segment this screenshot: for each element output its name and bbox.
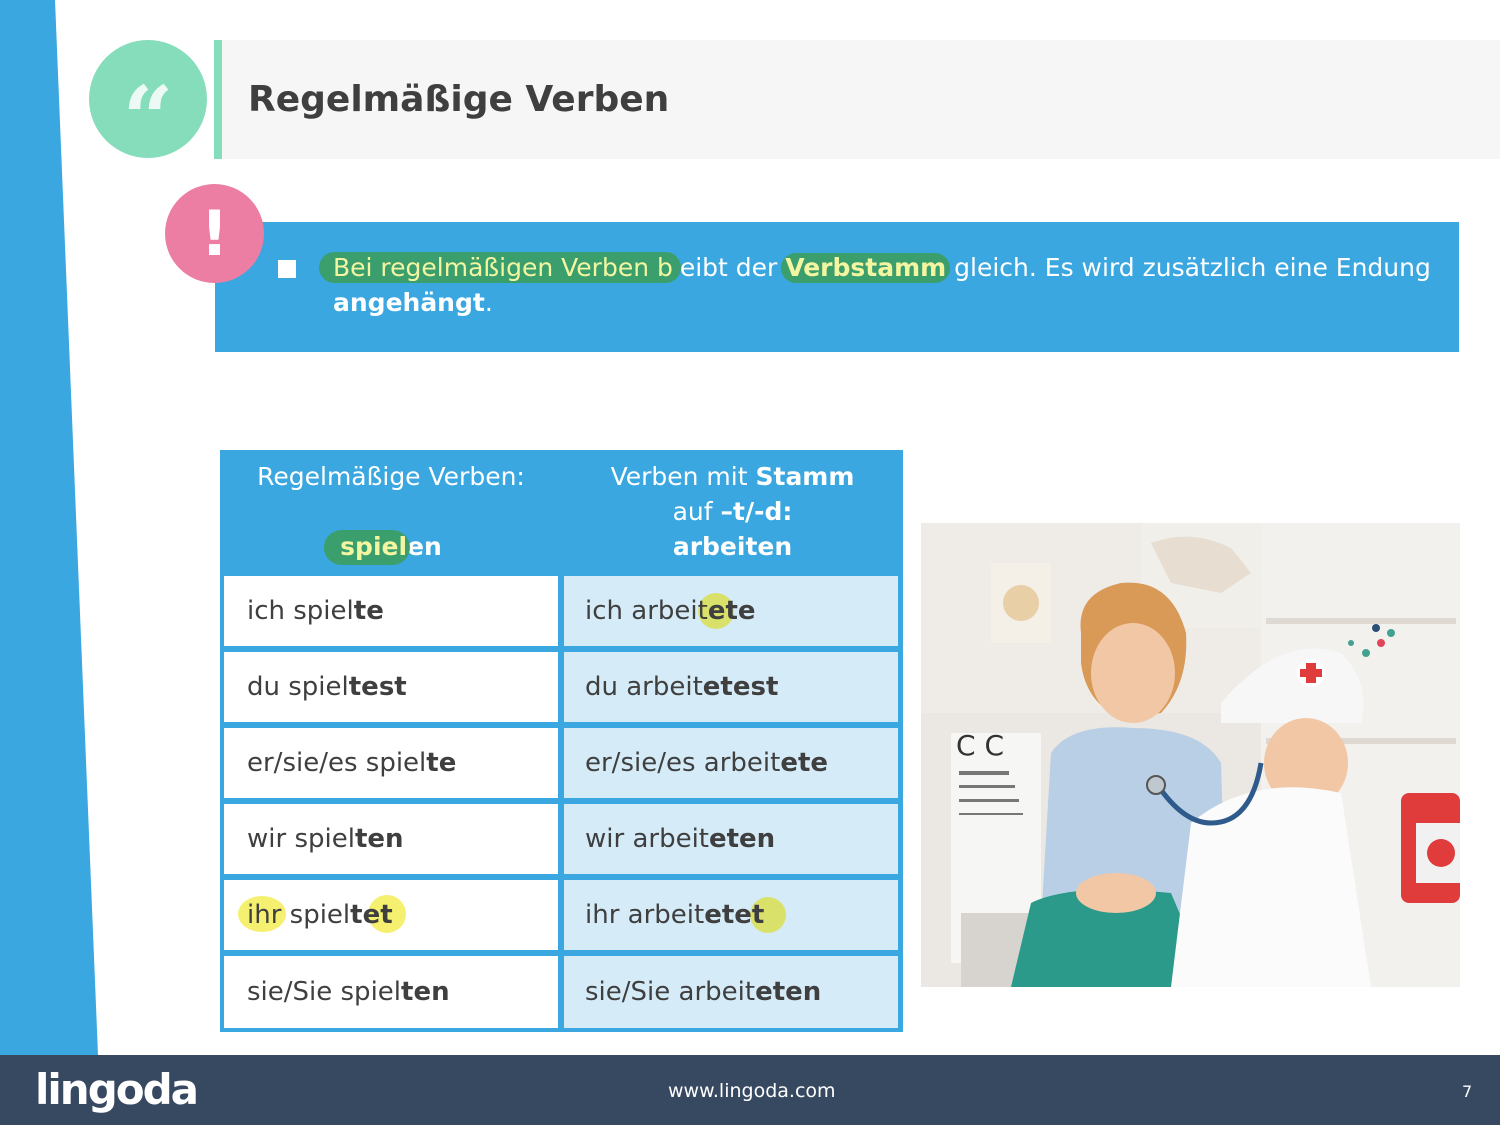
photo-children-playing-doctor: C C — [921, 523, 1460, 987]
header-stem-bold: Stamm — [755, 462, 855, 491]
table-cell-stem-td: ich arbeitete — [564, 576, 898, 646]
exclamation-icon: ! — [165, 184, 264, 283]
cell-stem: ihr arbeit — [585, 900, 705, 930]
table-cell-stem-td: sie/Sie arbeiteten — [564, 956, 898, 1028]
header-stem-auf: auf — [672, 497, 721, 526]
highlight-stem-spiel: spiel — [340, 532, 408, 561]
cell-stem: ich spiel — [247, 596, 354, 626]
table-cell-regular: sie/Sie spielten — [224, 956, 558, 1028]
cell-stem: du arbeit — [585, 672, 703, 702]
svg-text:C C: C C — [956, 729, 1004, 762]
table-header-stem-t-d: Verben mit Stamm auf –t/-d: arbeiten — [562, 450, 903, 572]
table-cell-stem-td: wir arbeiteten — [564, 804, 898, 874]
quote-icon: “ — [89, 40, 207, 162]
header-stem-td: –t/-d: — [720, 497, 793, 526]
info-box: Bei regelmäßigen Verben bleibt der Verbs… — [215, 222, 1459, 352]
info-text-part4: gleich. Es wird zusätzlich eine Endung — [946, 253, 1431, 282]
table-cell-regular: er/sie/es spielte — [224, 728, 558, 798]
table-cell-stem-td: ihr arbeitetet — [564, 880, 898, 950]
side-stripe — [0, 0, 98, 1055]
table-cell-regular: ihr spieltet — [224, 880, 558, 950]
cell-ending: tet — [350, 900, 393, 930]
cell-ending: te — [353, 596, 384, 626]
table-header-regular: Regelmäßige Verben: spielen — [220, 450, 562, 572]
page-title: Regelmäßige Verben — [248, 79, 670, 120]
footer: lingoda www.lingoda.com 7 — [0, 1055, 1500, 1125]
cell-ending: etest — [702, 672, 779, 702]
cell-stem: er/sie/es arbeit — [585, 748, 781, 778]
header-verb-arbeiten: arbeiten — [672, 532, 793, 561]
cell-stem: er/sie/es spiel — [247, 748, 427, 778]
cell-stem: sie/Sie spiel — [247, 977, 402, 1007]
footer-url-link[interactable]: www.lingoda.com — [668, 1080, 836, 1102]
quote-glyph: “ — [122, 66, 174, 170]
cell-stem: ich arbeit — [585, 596, 708, 626]
cell-ending: te — [426, 748, 457, 778]
cell-ending: ete — [707, 596, 756, 626]
cell-ending: ten — [401, 977, 450, 1007]
conjugation-table: Regelmäßige Verben: spielen Verben mit S… — [220, 450, 903, 1032]
table-cell-regular: du spieltest — [224, 652, 558, 722]
info-text: Bei regelmäßigen Verben bleibt der Verbs… — [333, 250, 1443, 320]
cell-ending: etet — [704, 900, 765, 930]
title-bar: Regelmäßige Verben — [214, 40, 1500, 159]
header-stem-verb: arbeiten — [562, 529, 903, 564]
cell-stem: sie/Sie arbeit — [585, 977, 756, 1007]
header-regular-verb: spielen — [220, 529, 562, 564]
header-ending-en: en — [407, 532, 442, 561]
bullet-square-icon — [278, 260, 296, 278]
header-stem-prefix: Verben mit — [610, 462, 756, 491]
cell-stem: ihr spiel — [247, 900, 351, 930]
cell-stem: du spiel — [247, 672, 349, 702]
highlight-verbstamm: Verbstamm — [785, 253, 947, 282]
cell-ending: eten — [708, 824, 776, 854]
cell-ending: eten — [755, 977, 822, 1007]
highlight-regular-verbs: Bei regelmäßigen Verben b — [333, 253, 673, 282]
cell-ending: test — [348, 672, 407, 702]
cell-ending: ten — [354, 824, 404, 854]
header-stem-line1: Verben mit Stamm — [562, 459, 903, 494]
header-stem-line2: auf –t/-d: — [562, 494, 903, 529]
table-cell-regular: ich spielte — [224, 576, 558, 646]
table-cell-regular: wir spielten — [224, 804, 558, 874]
table-cell-stem-td: du arbeitetest — [564, 652, 898, 722]
table-cell-stem-td: er/sie/es arbeitete — [564, 728, 898, 798]
cell-stem: wir arbeit — [585, 824, 709, 854]
cell-ending: ete — [780, 748, 829, 778]
page-number: 7 — [1462, 1082, 1473, 1101]
info-text-period: . — [484, 288, 493, 317]
info-text-bold-angehaengt: angehängt — [333, 288, 485, 317]
info-text-part2: leibt der — [672, 253, 786, 282]
lingoda-logo[interactable]: lingoda — [35, 1065, 199, 1114]
header-regular-label: Regelmäßige Verben: — [257, 462, 525, 491]
cell-stem: wir spiel — [247, 824, 355, 854]
exclamation-glyph: ! — [200, 196, 229, 270]
